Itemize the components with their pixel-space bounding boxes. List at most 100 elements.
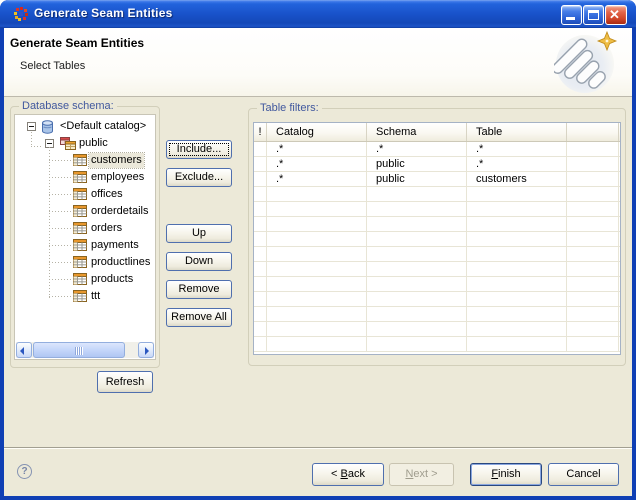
filter-row[interactable]: .* public .* <box>254 157 620 172</box>
tree-item-ttt[interactable]: ttt <box>15 288 155 305</box>
collapse-expander-icon[interactable] <box>27 122 36 131</box>
tree-item-employees[interactable]: employees <box>15 169 155 186</box>
tree-item-orders[interactable]: orders <box>15 220 155 237</box>
filter-cell <box>254 217 267 231</box>
cancel-button[interactable]: Cancel <box>548 463 619 486</box>
filter-cell <box>567 217 619 231</box>
scroll-right-button[interactable] <box>138 342 154 358</box>
maximize-button[interactable] <box>583 5 604 25</box>
filter-cell <box>567 232 619 246</box>
scroll-left-button[interactable] <box>16 342 32 358</box>
tree-item-products[interactable]: products <box>15 271 155 288</box>
database-schema-label: Database schema: <box>19 100 117 112</box>
up-button[interactable]: Up <box>166 224 232 243</box>
tree-connector <box>49 160 71 161</box>
filter-cell <box>367 187 467 201</box>
tree-connector <box>49 245 71 246</box>
filter-row-empty[interactable] <box>254 277 620 292</box>
filter-row-empty[interactable] <box>254 337 620 352</box>
table-filters-grid[interactable]: ! Catalog Schema Table .* .* .* .* public .* .* pub… <box>253 122 621 355</box>
table-icon <box>73 171 87 183</box>
tree-item-customers[interactable]: customers <box>15 152 155 169</box>
filter-row[interactable]: .* public customers <box>254 172 620 187</box>
tree-item-label: public <box>79 137 108 149</box>
filter-cell: public <box>367 172 467 186</box>
filter-cell <box>254 232 267 246</box>
close-icon: ✕ <box>609 7 620 22</box>
page-subtitle: Select Tables <box>20 60 86 72</box>
filter-cell <box>367 322 467 336</box>
help-icon[interactable]: ? <box>17 464 32 479</box>
filter-cell: .* <box>367 142 467 156</box>
filter-row-empty[interactable] <box>254 217 620 232</box>
filter-row-empty[interactable] <box>254 202 620 217</box>
minimize-button[interactable] <box>561 5 582 25</box>
title-bar[interactable]: Generate Seam Entities ✕ <box>0 0 636 28</box>
filter-cell: .* <box>267 172 367 186</box>
seam-app-icon <box>14 7 28 21</box>
filter-cell <box>467 232 567 246</box>
filter-cell <box>467 277 567 291</box>
back-button[interactable]: < Back <box>312 463 384 486</box>
tree-connector <box>49 194 71 195</box>
filter-cell <box>254 262 267 276</box>
filter-cell <box>267 277 367 291</box>
filter-cell <box>367 292 467 306</box>
table-icon <box>73 256 87 268</box>
filter-cell <box>254 247 267 261</box>
filter-cell <box>467 292 567 306</box>
tree-item-productlines[interactable]: productlines <box>15 254 155 271</box>
filter-cell <box>567 172 619 186</box>
filter-cell <box>254 157 267 171</box>
remove-all-button[interactable]: Remove All <box>166 308 232 327</box>
tree-item-label: orderdetails <box>91 205 149 217</box>
filter-row-empty[interactable] <box>254 232 620 247</box>
filter-cell <box>567 202 619 216</box>
filter-row[interactable]: .* .* .* <box>254 142 620 157</box>
tree-item-orderdetails[interactable]: orderdetails <box>15 203 155 220</box>
close-button[interactable]: ✕ <box>605 5 627 25</box>
column-header-blank <box>567 123 619 141</box>
filter-cell <box>254 322 267 336</box>
refresh-button[interactable]: Refresh <box>97 371 153 393</box>
filter-cell <box>467 187 567 201</box>
tree-item-payments[interactable]: payments <box>15 237 155 254</box>
tree-horizontal-scrollbar[interactable] <box>16 342 154 358</box>
filter-row-empty[interactable] <box>254 307 620 322</box>
filter-cell <box>267 292 367 306</box>
filter-row-empty[interactable] <box>254 292 620 307</box>
filter-cell <box>467 217 567 231</box>
filter-cell <box>267 322 367 336</box>
filter-row-empty[interactable] <box>254 322 620 337</box>
tree-item-offices[interactable]: offices <box>15 186 155 203</box>
tree-item-default-catalog[interactable]: <Default catalog> <box>15 118 155 135</box>
down-button[interactable]: Down <box>166 252 232 271</box>
column-header-!: ! <box>254 123 267 141</box>
minimize-icon <box>566 17 575 20</box>
filter-cell <box>267 247 367 261</box>
table-icon <box>73 188 87 200</box>
filter-row-empty[interactable] <box>254 262 620 277</box>
filter-cell <box>467 262 567 276</box>
filter-cell <box>254 142 267 156</box>
scrollbar-thumb[interactable] <box>33 342 125 358</box>
filter-row-empty[interactable] <box>254 247 620 262</box>
include-button[interactable]: Include... <box>166 140 232 159</box>
remove-button[interactable]: Remove <box>166 280 232 299</box>
tree-item-label: ttt <box>91 290 101 302</box>
filter-table-header: ! Catalog Schema Table <box>254 123 620 142</box>
filter-cell: .* <box>267 157 367 171</box>
filter-row-empty[interactable] <box>254 187 620 202</box>
filter-cell <box>367 337 467 351</box>
tree-guide-line <box>31 132 32 147</box>
database-schema-tree[interactable]: <Default catalog> public customers employee… <box>14 114 156 360</box>
schema-icon <box>60 137 76 150</box>
filter-cell <box>467 322 567 336</box>
tree-item-label: customers <box>88 152 145 169</box>
finish-button[interactable]: Finish <box>470 463 542 486</box>
exclude-button[interactable]: Exclude... <box>166 168 232 187</box>
window-title: Generate Seam Entities <box>34 6 173 20</box>
tree-item-public[interactable]: public <box>15 135 155 152</box>
tree-guide-line <box>49 147 50 300</box>
filter-cell <box>567 322 619 336</box>
